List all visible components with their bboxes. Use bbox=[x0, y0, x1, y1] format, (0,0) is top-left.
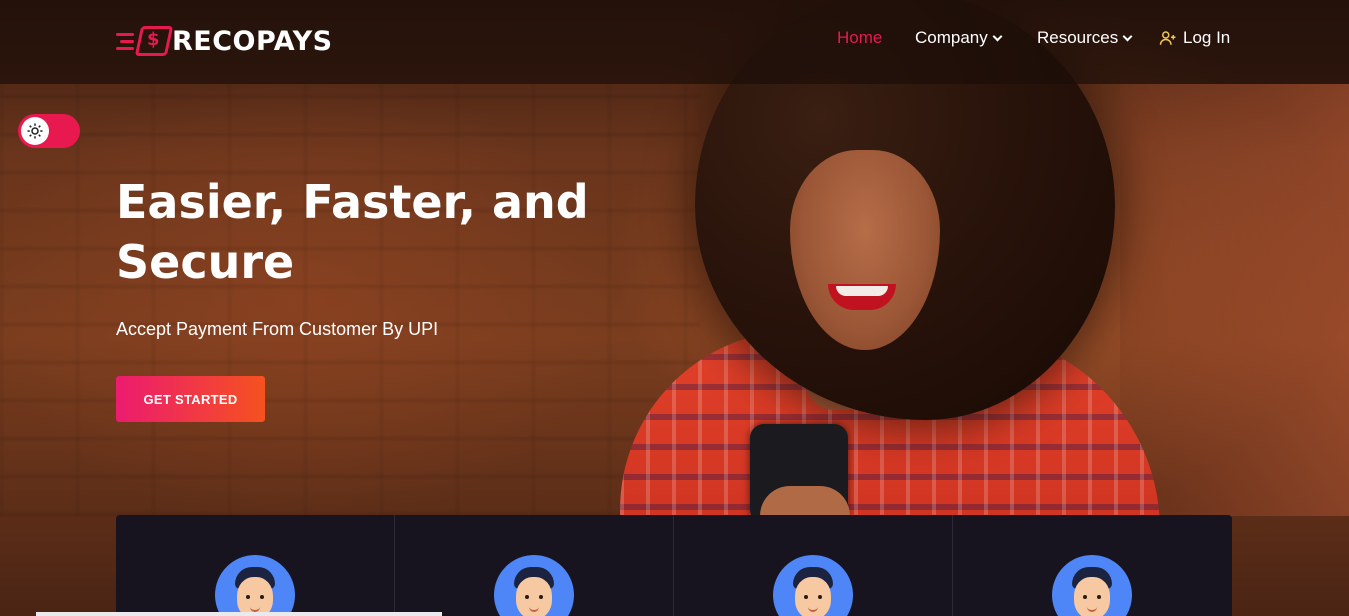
chevron-down-icon bbox=[992, 31, 1003, 41]
nav-login-label: Log In bbox=[1183, 28, 1231, 47]
get-started-button[interactable]: GET STARTED bbox=[116, 376, 265, 422]
brand-logo[interactable]: $ RECOPAYS bbox=[116, 22, 333, 60]
hero-title: Easier, Faster, and Secure bbox=[116, 172, 636, 292]
nav-company[interactable]: Company bbox=[915, 28, 1003, 48]
toggle-knob bbox=[21, 117, 49, 145]
page-bottom-edge bbox=[36, 612, 442, 616]
person-avatar-icon bbox=[494, 555, 574, 616]
person-avatar-icon bbox=[215, 555, 295, 616]
brick-wall-backdrop bbox=[0, 84, 700, 516]
feature-cards bbox=[116, 515, 1232, 616]
hero-subtitle: Accept Payment From Customer By UPI bbox=[116, 319, 439, 339]
theme-toggle[interactable] bbox=[18, 114, 80, 148]
nav-home[interactable]: Home bbox=[837, 28, 882, 48]
nav-resources-label: Resources bbox=[1037, 28, 1119, 47]
navbar: $ RECOPAYS Home Company Resources Log In bbox=[0, 0, 1349, 84]
brand-name: RECOPAYS bbox=[172, 25, 333, 57]
feature-card bbox=[116, 515, 395, 616]
feature-card bbox=[953, 515, 1232, 616]
person-avatar-icon bbox=[773, 555, 853, 616]
teeth bbox=[836, 286, 888, 296]
hero-title-line2: Secure bbox=[116, 235, 295, 289]
person-avatar-icon bbox=[1052, 555, 1132, 616]
nav-resources[interactable]: Resources bbox=[1037, 28, 1133, 48]
nav-home-label: Home bbox=[837, 28, 883, 47]
hero-title-line1: Easier, Faster, and bbox=[116, 175, 589, 229]
nav-login[interactable]: Log In bbox=[1159, 28, 1230, 48]
feature-card bbox=[395, 515, 674, 616]
dollar-wallet-icon: $ bbox=[116, 22, 174, 60]
chevron-down-icon bbox=[1122, 31, 1133, 41]
user-plus-icon bbox=[1159, 31, 1176, 45]
nav-company-label: Company bbox=[915, 28, 988, 47]
feature-card bbox=[674, 515, 953, 616]
sun-icon bbox=[27, 123, 43, 139]
